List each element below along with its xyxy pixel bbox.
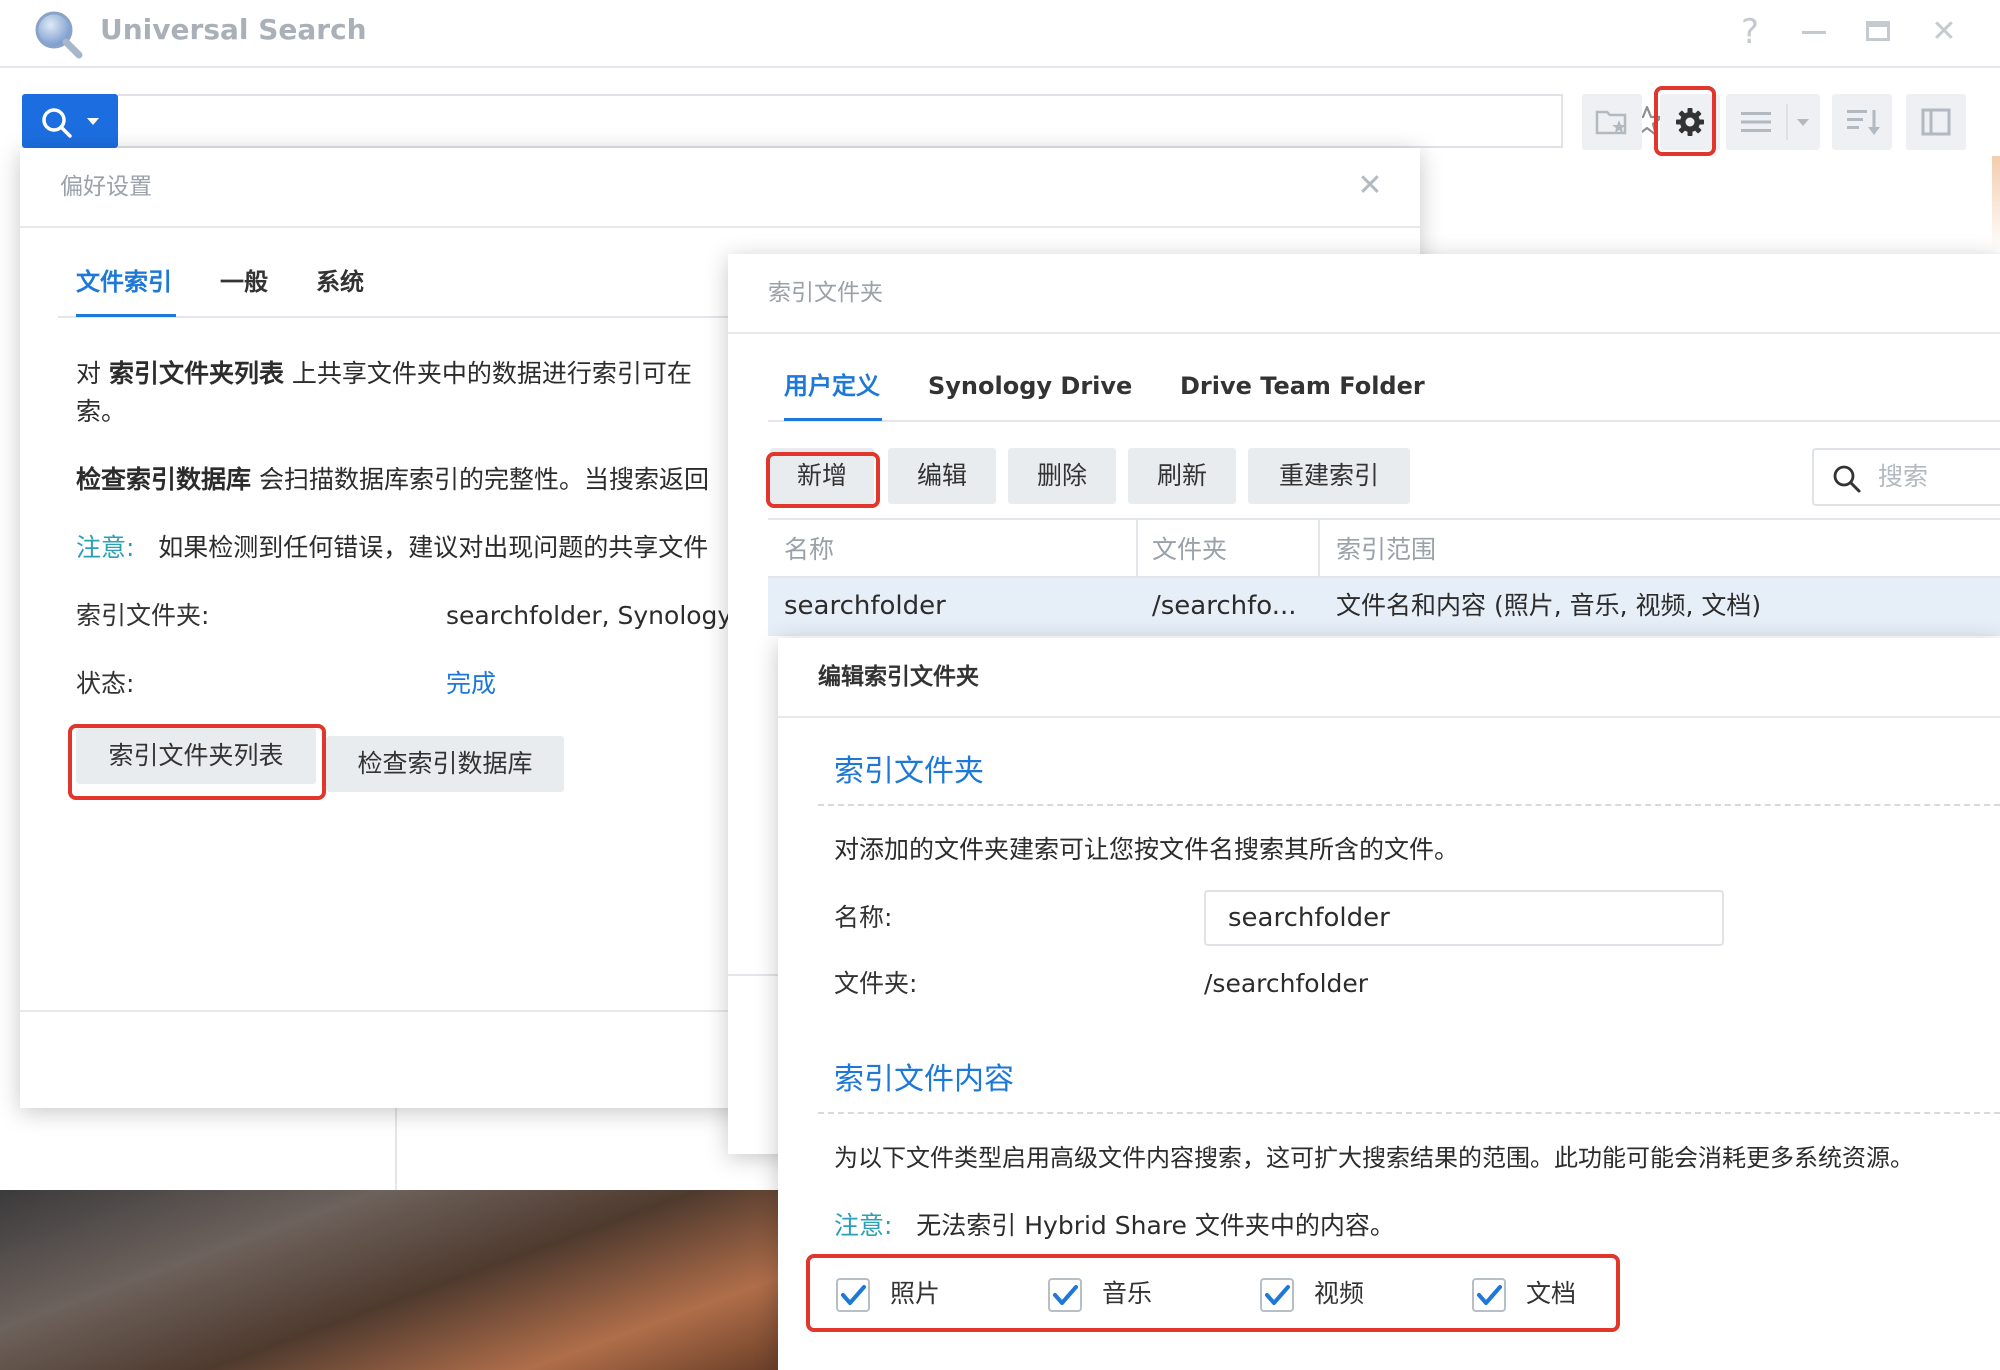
list-icon	[1741, 112, 1771, 132]
description-line: 检查索引数据库 会扫描数据库索引的完整性。当搜索返回	[76, 465, 709, 494]
close-button[interactable]: ✕	[1926, 14, 1962, 50]
divider	[778, 716, 2000, 718]
table-row[interactable]: searchfolder /searchfo... 文件名和内容 (照片, 音乐…	[768, 578, 2000, 636]
tab-drive-team-folder[interactable]: Drive Team Folder	[1180, 368, 1425, 404]
checkbox[interactable]	[1472, 1278, 1506, 1312]
checkbox-label: 音乐	[1102, 1279, 1153, 1308]
add-button-highlight	[766, 452, 880, 508]
checkbox[interactable]	[1048, 1278, 1082, 1312]
check-icon	[1053, 1285, 1078, 1305]
search-options-button[interactable]	[22, 94, 118, 148]
universal-search-logo-icon	[32, 8, 84, 60]
column-header-name[interactable]: 名称	[784, 532, 834, 568]
checkbox-documents[interactable]: 文档	[1472, 1276, 1612, 1316]
search-placeholder: 搜索	[1878, 462, 1929, 491]
view-mode-button[interactable]	[1726, 94, 1820, 150]
edit-index-folder-dialog: 编辑索引文件夹 索引文件夹 对添加的文件夹建索可让您按文件名搜索其所含的文件。 …	[778, 638, 2000, 1370]
search-icon	[1833, 465, 1861, 493]
column-divider	[1318, 520, 1320, 576]
folder-star-icon	[1595, 110, 1627, 135]
index-folder-label: 索引文件夹:	[76, 601, 210, 630]
description-line: 对 索引文件夹列表 上共享文件夹中的数据进行索引可在	[76, 359, 692, 388]
sort-icon	[1847, 110, 1880, 135]
dialog-title: 索引文件夹	[768, 280, 883, 306]
status-label: 状态:	[76, 669, 135, 698]
divider	[20, 226, 1420, 228]
panel-toggle-button[interactable]	[1906, 94, 1966, 150]
sidebar-panel-icon	[1921, 108, 1951, 136]
checkbox-music[interactable]: 音乐	[1048, 1276, 1248, 1316]
checkbox[interactable]	[1260, 1278, 1294, 1312]
section-description: 对添加的文件夹建索可让您按文件名搜索其所含的文件。	[834, 835, 1460, 864]
caret-down-icon	[1797, 119, 1809, 126]
tab-user-defined[interactable]: 用户定义	[784, 368, 880, 404]
tab-file-index[interactable]: 文件索引	[76, 264, 172, 300]
column-header-folder[interactable]: 文件夹	[1152, 532, 1227, 568]
folder-label: 文件夹:	[834, 969, 918, 998]
tab-system[interactable]: 系统	[316, 264, 364, 300]
delete-button[interactable]: 删除	[1008, 448, 1116, 504]
tab-underline	[768, 420, 2000, 422]
checkbox-label: 文档	[1526, 1279, 1577, 1308]
active-tab-indicator	[76, 314, 176, 317]
tab-synology-drive[interactable]: Synology Drive	[928, 368, 1132, 404]
cell-name: searchfolder	[784, 591, 946, 621]
search-input[interactable]	[118, 94, 1664, 148]
column-header-scope[interactable]: 索引范围	[1336, 532, 1436, 568]
settings-highlight	[1654, 86, 1716, 156]
maximize-button[interactable]	[1860, 14, 1896, 50]
favorite-folder-button[interactable]	[1582, 94, 1642, 150]
checkbox-video[interactable]: 视频	[1260, 1276, 1460, 1316]
folder-value: /searchfolder	[1204, 969, 1369, 998]
divider	[728, 332, 2000, 334]
list-button-highlight	[68, 724, 326, 800]
divider	[728, 974, 778, 976]
minimize-button[interactable]	[1796, 14, 1832, 50]
folder-search-input[interactable]: 搜索	[1812, 448, 2000, 506]
section-title-index-folder: 索引文件夹	[834, 754, 984, 789]
section-title-index-content: 索引文件内容	[834, 1062, 1014, 1097]
rebuild-index-button[interactable]: 重建索引	[1248, 448, 1410, 504]
name-input[interactable]: searchfolder	[1204, 890, 1724, 946]
dialog-title: 偏好设置	[60, 174, 152, 200]
edit-button[interactable]: 编辑	[888, 448, 996, 504]
close-icon[interactable]: ✕	[1350, 166, 1390, 206]
column-divider	[1136, 520, 1138, 576]
status-value: 完成	[446, 669, 497, 698]
section-divider	[818, 804, 2000, 806]
refresh-button[interactable]: 刷新	[1128, 448, 1236, 504]
title-bar: Universal Search ? ✕	[0, 0, 2000, 68]
dialog-title: 编辑索引文件夹	[818, 664, 979, 690]
table-top-border	[768, 518, 2000, 520]
section-divider	[818, 1112, 2000, 1114]
active-tab-indicator	[784, 418, 882, 421]
toolbar	[0, 68, 2000, 156]
checkbox-photos[interactable]: 照片	[836, 1276, 1076, 1316]
search-icon	[42, 108, 72, 138]
checkbox[interactable]	[836, 1278, 870, 1312]
cell-scope: 文件名和内容 (照片, 音乐, 视频, 文档)	[1336, 591, 1762, 620]
name-label: 名称:	[834, 903, 893, 932]
caret-down-icon	[87, 118, 99, 125]
note-line: 注意: 无法索引 Hybrid Share 文件夹中的内容。	[834, 1211, 1395, 1240]
app-title: Universal Search	[100, 13, 367, 46]
check-icon	[1477, 1285, 1502, 1305]
desktop-wallpaper	[0, 1190, 780, 1370]
cell-folder: /searchfo...	[1152, 591, 1297, 621]
section-description: 为以下文件类型启用高级文件内容搜索，这可扩大搜索结果的范围。此功能可能会消耗更多…	[834, 1144, 1914, 1172]
check-index-db-button[interactable]: 检查索引数据库	[326, 736, 564, 792]
tab-general[interactable]: 一般	[220, 264, 268, 300]
check-icon	[1265, 1285, 1290, 1305]
check-icon	[841, 1285, 866, 1305]
sort-button[interactable]	[1832, 94, 1892, 150]
note-line: 注意: 如果检测到任何错误，建议对出现问题的共享文件	[76, 533, 709, 562]
index-folder-value: searchfolder, Synology	[446, 601, 733, 630]
description-line: 索。	[76, 397, 127, 426]
checkbox-label: 照片	[890, 1279, 941, 1308]
checkbox-label: 视频	[1314, 1279, 1365, 1308]
help-button[interactable]: ?	[1732, 14, 1768, 50]
